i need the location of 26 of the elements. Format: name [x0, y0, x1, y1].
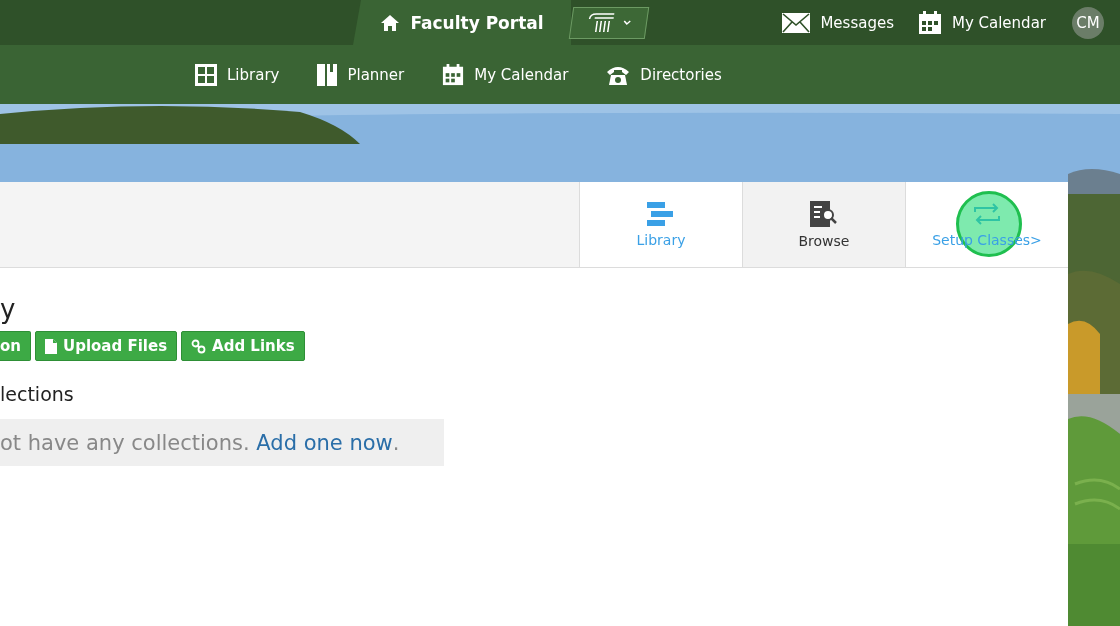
grid-icon — [195, 63, 217, 86]
nav-link[interactable]: Planner — [317, 63, 405, 86]
period-text: . — [392, 430, 400, 455]
user-avatar[interactable]: CM — [1072, 6, 1104, 39]
nav-link[interactable]: My Calendar — [442, 63, 569, 86]
envelope-icon — [782, 12, 811, 33]
portal-tab[interactable]: Faculty Portal — [353, 0, 571, 45]
logo-dropdown[interactable] — [568, 7, 650, 39]
nav-link[interactable]: Library — [195, 63, 280, 86]
link-icon — [191, 338, 207, 354]
swap-arrows-icon — [973, 201, 1001, 226]
top-link[interactable]: My Calendar — [917, 10, 1046, 35]
nav-link[interactable]: Directories — [606, 63, 722, 86]
page-heading: y — [0, 294, 17, 324]
empty-text: ot have any collections. — [0, 430, 250, 455]
calendar-icon — [442, 63, 465, 86]
top-link[interactable]: Messages — [782, 12, 894, 33]
book-icon — [317, 63, 338, 86]
stacked-bars-icon — [647, 201, 675, 226]
calendar-icon — [917, 10, 942, 35]
add-collection-link[interactable]: Add one now — [256, 430, 393, 455]
file-icon — [45, 338, 57, 354]
section-title: lections — [0, 383, 75, 405]
document-search-icon — [810, 200, 838, 227]
home-icon — [380, 12, 401, 33]
caret-icon — [621, 19, 633, 27]
